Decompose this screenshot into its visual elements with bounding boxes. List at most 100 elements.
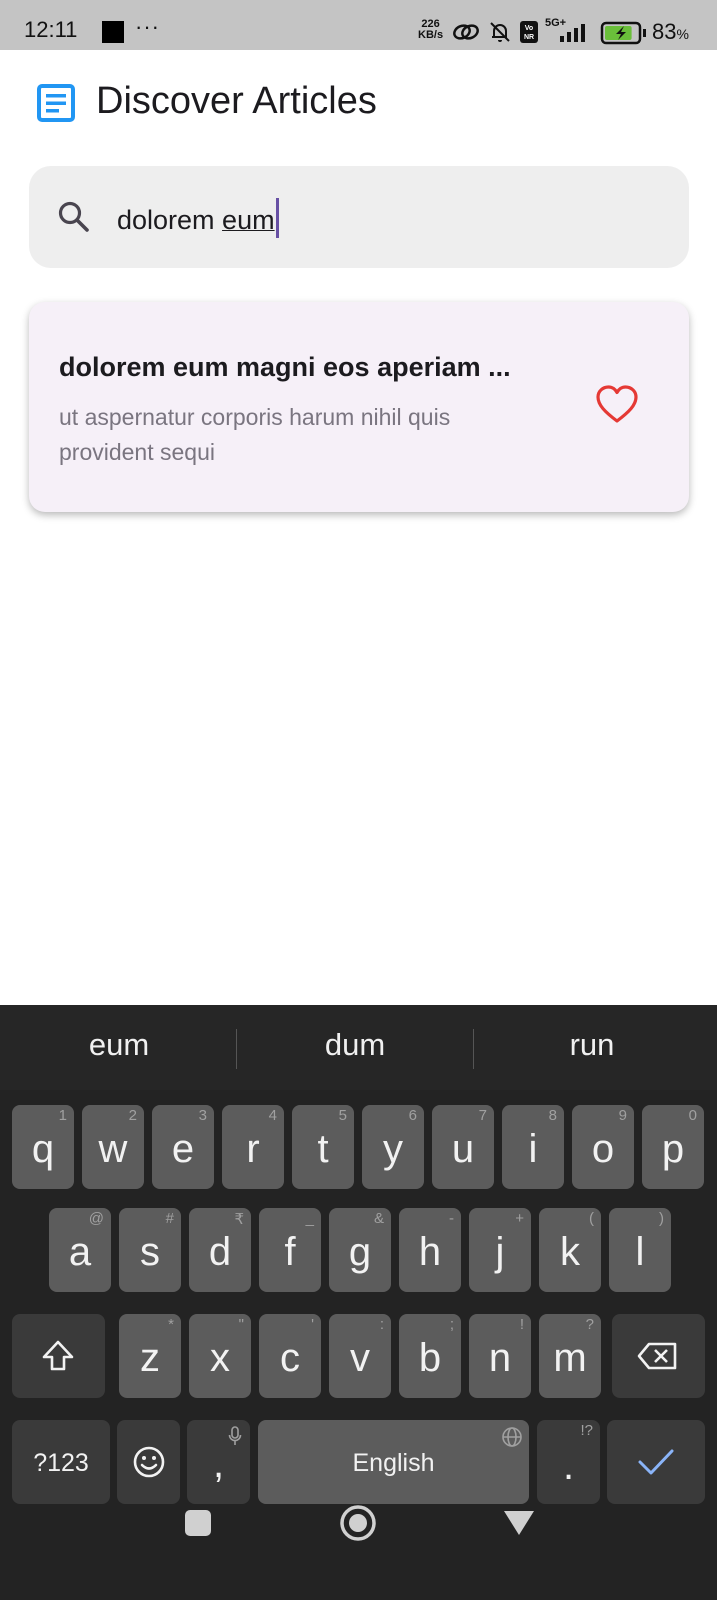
key-label: p [661,1127,685,1171]
key-hint: - [449,1210,454,1227]
key-hint: ; [449,1316,454,1333]
key-hint: 3 [198,1107,207,1124]
key-x[interactable]: " x [189,1314,251,1398]
key-m[interactable]: ? m [539,1314,601,1398]
key-hint: ! [519,1316,524,1333]
key-label: a [68,1230,92,1274]
suggestion-bar: eum dum run [0,1005,717,1090]
key-w[interactable]: 2w [82,1105,144,1189]
key-label: s [140,1230,160,1274]
key-y[interactable]: 6y [362,1105,424,1189]
key-label: t [317,1127,329,1171]
key-hint: 8 [548,1107,557,1124]
key-l[interactable]: ) l [609,1208,671,1292]
volte-icon: Vo NR [520,21,538,43]
network-speed-unit: KB/s [418,29,444,41]
key-hint: " [238,1316,244,1333]
page-title: Discover Articles [96,80,377,122]
search-input[interactable]: dolorem eum [117,198,279,238]
key-j[interactable]: + j [469,1208,531,1292]
backspace-key[interactable] [612,1314,705,1398]
key-t[interactable]: 5t [292,1105,354,1189]
recents-square-icon[interactable] [184,1509,212,1537]
soft-keyboard: eum dum run 1 q 2 w 3 e 4 r 5 t 6 y 7 u 8 i 9 o 0 p @ a # s ₹ d _ f… [0,1005,717,1600]
key-k[interactable]: (k [539,1208,601,1292]
battery-charging-icon [600,21,646,45]
key-d[interactable]: ₹ d [189,1208,251,1292]
app-header: Discover Articles [0,50,717,150]
back-triangle-icon[interactable] [502,1509,536,1537]
svg-text:Vo: Vo [525,25,533,32]
key-f[interactable]: _ f [259,1208,321,1292]
key-o[interactable]: 9o [572,1105,634,1189]
key-g[interactable]: & g [329,1208,391,1292]
key-hint: 9 [618,1107,627,1124]
key-hint: 0 [688,1107,697,1124]
network-speed: 226 KB/s [418,19,443,41]
key-n[interactable]: ! n [469,1314,531,1398]
key-q[interactable]: 1q [12,1105,74,1189]
key-i[interactable]: 8i [502,1105,564,1189]
period-key-hint: !? [580,1422,593,1439]
article-card[interactable]: dolorem eum magni eos aperiam ... ut asp… [29,302,689,512]
key-e[interactable]: 3e [152,1105,214,1189]
shift-icon [42,1340,74,1371]
key-hint: + [515,1210,524,1227]
key-a[interactable]: @ a [49,1208,111,1292]
key-r[interactable]: 4r [222,1105,284,1189]
key-hint: _ [305,1210,314,1227]
key-h[interactable]: -h [399,1208,461,1292]
key-label: g [348,1230,372,1274]
key-label: e [171,1127,195,1171]
key-hint: & [373,1210,384,1227]
battery-percentage: 83% [652,19,689,45]
key-c[interactable]: ' c [259,1314,321,1398]
svg-text:NR: NR [524,34,534,41]
shift-key[interactable] [12,1314,105,1398]
key-hint: # [165,1210,174,1227]
key-label: c [280,1336,300,1380]
key-label: q [31,1127,55,1171]
key-hint: ( [589,1210,594,1227]
navigation-bar [0,1465,717,1600]
key-v[interactable]: :v [329,1314,391,1398]
key-label: z [140,1336,160,1380]
search-input-text: dolorem [117,205,223,235]
suggestion-2[interactable]: dum [236,1027,474,1063]
key-hint: 4 [268,1107,277,1124]
key-hint: 6 [408,1107,417,1124]
key-hint: ) [659,1210,664,1227]
battery-unit: % [676,26,689,42]
text-caret [275,198,279,238]
key-u[interactable]: 7u [432,1105,494,1189]
bell-off-icon [490,22,510,42]
key-label: y [383,1127,403,1171]
link-icon [453,24,479,40]
suggestion-3[interactable]: run [473,1027,711,1063]
home-circle-icon[interactable] [339,1504,377,1542]
key-z[interactable]: * z [119,1314,181,1398]
key-hint: 1 [58,1107,67,1124]
more-notifications-icon: ··· [135,14,160,39]
key-s[interactable]: # s [119,1208,181,1292]
suggestion-1[interactable]: eum [0,1027,238,1063]
key-label: n [488,1336,512,1380]
key-hint: 2 [128,1107,137,1124]
signal-icon [560,24,585,42]
search-icon [58,201,89,232]
search-field[interactable]: dolorem eum [29,166,689,268]
key-b[interactable]: ; b [399,1314,461,1398]
key-label: i [528,1127,538,1171]
heart-outline-icon[interactable] [595,385,639,425]
article-subtitle-line-1: ut aspernatur corporis harum nihil quis [59,404,451,430]
key-p[interactable]: 0p [642,1105,704,1189]
key-label: v [350,1336,370,1380]
key-hint: ₹ [234,1211,244,1228]
key-hint: @ [88,1210,104,1227]
globe-icon [502,1427,522,1447]
key-label: d [208,1230,232,1274]
article-icon [37,84,75,122]
key-label: k [560,1230,580,1274]
search-input-composing-text: eum [222,205,275,235]
backspace-icon [637,1342,677,1370]
